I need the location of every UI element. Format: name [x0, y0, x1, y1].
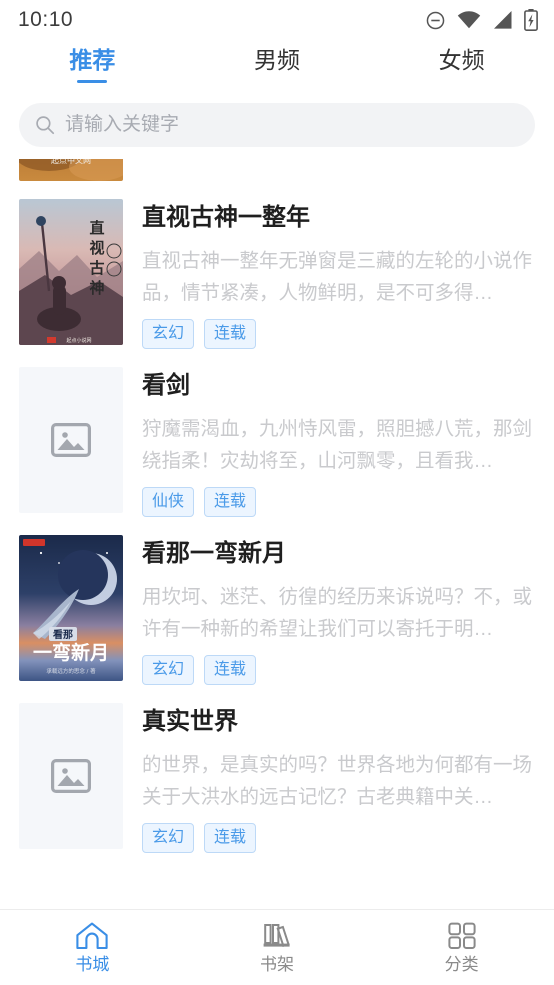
- status-time: 10:10: [18, 8, 74, 31]
- tag-genre[interactable]: 玄幻: [142, 319, 195, 349]
- tab-male-channel-label: 男频: [254, 47, 300, 73]
- tag-status[interactable]: 连载: [204, 823, 257, 853]
- tag-genre[interactable]: 玄幻: [142, 823, 195, 853]
- tag-status[interactable]: 连载: [204, 319, 257, 349]
- image-placeholder-icon: [51, 759, 91, 793]
- search-icon: [35, 115, 55, 135]
- tab-female-channel[interactable]: 女频: [369, 44, 554, 83]
- nav-item-bookstore-label: 书城: [75, 954, 110, 974]
- svg-text:一弯新月: 一弯新月: [33, 641, 109, 664]
- list-item[interactable]: 看剑 狩魔需渴血，九州恃风雷，照胆撼八荒，那剑绕指柔！灾劫将至，山河飘零，且看我…: [0, 367, 554, 517]
- category-tab-bar: 推荐 男频 女频: [0, 40, 554, 97]
- tab-recommend-label: 推荐: [69, 47, 116, 73]
- signal-icon: [492, 10, 513, 30]
- cover-watermark: 承载远方的思念 / 著: [46, 667, 96, 675]
- tag-status[interactable]: 连载: [204, 655, 257, 685]
- book-list[interactable]: 起点中文网 玄幻 连载: [0, 159, 554, 909]
- svg-text:神: 神: [89, 279, 104, 297]
- image-placeholder: [19, 367, 123, 513]
- list-item[interactable]: 起点中文网 玄幻 连载: [0, 159, 554, 181]
- nav-item-category-label: 分类: [444, 954, 479, 974]
- nav-item-category[interactable]: 分类: [369, 910, 554, 985]
- wifi-icon: [457, 10, 481, 30]
- book-tags: 玄幻 连载: [142, 319, 535, 349]
- search-input[interactable]: [65, 114, 519, 136]
- do-not-disturb-icon: [425, 10, 446, 31]
- book-info: 看那一弯新月 用坎坷、迷茫、彷徨的经历来诉说吗？不，或许有一种新的希望让我们可以…: [123, 535, 535, 685]
- book-title: 直视古神一整年: [142, 204, 310, 231]
- search-box[interactable]: [19, 103, 535, 147]
- search-section: [0, 97, 554, 159]
- book-cover[interactable]: 直 视 古 神 起点小说网: [19, 199, 123, 345]
- nav-item-bookshelf-label: 书架: [260, 954, 294, 974]
- battery-charging-icon: [524, 9, 538, 31]
- book-info: 玄幻 连载: [123, 159, 535, 181]
- book-cover[interactable]: 起点中文网: [19, 159, 123, 181]
- tab-active-indicator: [77, 80, 108, 83]
- svg-text:视: 视: [89, 239, 104, 257]
- book-cover[interactable]: 看那 一弯新月 承载远方的思念 / 著: [19, 535, 123, 681]
- svg-text:直: 直: [89, 219, 104, 237]
- tab-male-channel[interactable]: 男频: [185, 44, 370, 83]
- app-screen: 10:10 推荐 男频 女频 请输入关键字 起点中文网 直 视 古 神 起点小说…: [0, 0, 554, 985]
- book-tags: 玄幻 连载: [142, 655, 535, 685]
- book-title: 看剑: [142, 372, 190, 399]
- book-cover[interactable]: [19, 367, 123, 513]
- cover-watermark: 起点小说网: [66, 337, 91, 344]
- nav-item-bookshelf[interactable]: 书架: [185, 910, 370, 985]
- book-tags: 玄幻 连载: [142, 823, 535, 853]
- tab-recommend[interactable]: 推荐: [0, 44, 185, 83]
- grid-icon: [446, 921, 478, 951]
- book-description: 的世界，是真实的吗？世界各地为何都有一场关于大洪水的远古记忆？古老典籍中关…: [142, 754, 533, 808]
- svg-text:看那: 看那: [53, 628, 73, 641]
- tag-status[interactable]: 连载: [204, 487, 257, 517]
- book-info: 看剑 狩魔需渴血，九州恃风雷，照胆撼八荒，那剑绕指柔！灾劫将至，山河飘零，且看我…: [123, 367, 535, 517]
- book-description: 用坎坷、迷茫、彷徨的经历来诉说吗？不，或许有一种新的希望让我们可以寄托于明…: [142, 586, 533, 640]
- list-item[interactable]: 直 视 古 神 起点小说网 直视古神一整年 直视古神一整年无弹窗是三藏的左轮的小…: [0, 199, 554, 349]
- status-bar: 10:10: [0, 0, 554, 40]
- book-info: 直视古神一整年 直视古神一整年无弹窗是三藏的左轮的小说作品，情节紧凑，人物鲜明，…: [123, 199, 535, 349]
- book-title: 看那一弯新月: [142, 540, 286, 567]
- cover-watermark: 起点中文网: [51, 159, 91, 165]
- list-item[interactable]: 看那 一弯新月 承载远方的思念 / 著 看那一弯新月 用坎坷、迷茫、彷徨的经历来…: [0, 535, 554, 685]
- books-icon: [261, 921, 293, 951]
- tab-female-channel-label: 女频: [438, 47, 485, 73]
- book-cover[interactable]: [19, 703, 123, 849]
- book-info: 真实世界 的世界，是真实的吗？世界各地为何都有一场关于大洪水的远古记忆？古老典籍…: [123, 703, 535, 853]
- home-icon: [75, 921, 109, 951]
- bottom-navigation: 书城 书架 分类: [0, 909, 554, 985]
- list-item[interactable]: 真实世界 的世界，是真实的吗？世界各地为何都有一场关于大洪水的远古记忆？古老典籍…: [0, 703, 554, 853]
- book-title: 真实世界: [142, 708, 238, 735]
- tag-genre[interactable]: 仙侠: [142, 487, 195, 517]
- image-placeholder-icon: [51, 423, 91, 457]
- nav-item-bookstore[interactable]: 书城: [0, 910, 185, 985]
- image-placeholder: [19, 703, 123, 849]
- status-icon-group: [425, 9, 538, 31]
- svg-text:古: 古: [89, 259, 104, 277]
- tag-genre[interactable]: 玄幻: [142, 655, 195, 685]
- book-description: 直视古神一整年无弹窗是三藏的左轮的小说作品，情节紧凑，人物鲜明，是不可多得…: [142, 250, 533, 304]
- book-description: 狩魔需渴血，九州恃风雷，照胆撼八荒，那剑绕指柔！灾劫将至，山河飘零，且看我…: [142, 418, 533, 472]
- book-tags: 仙侠 连载: [142, 487, 535, 517]
